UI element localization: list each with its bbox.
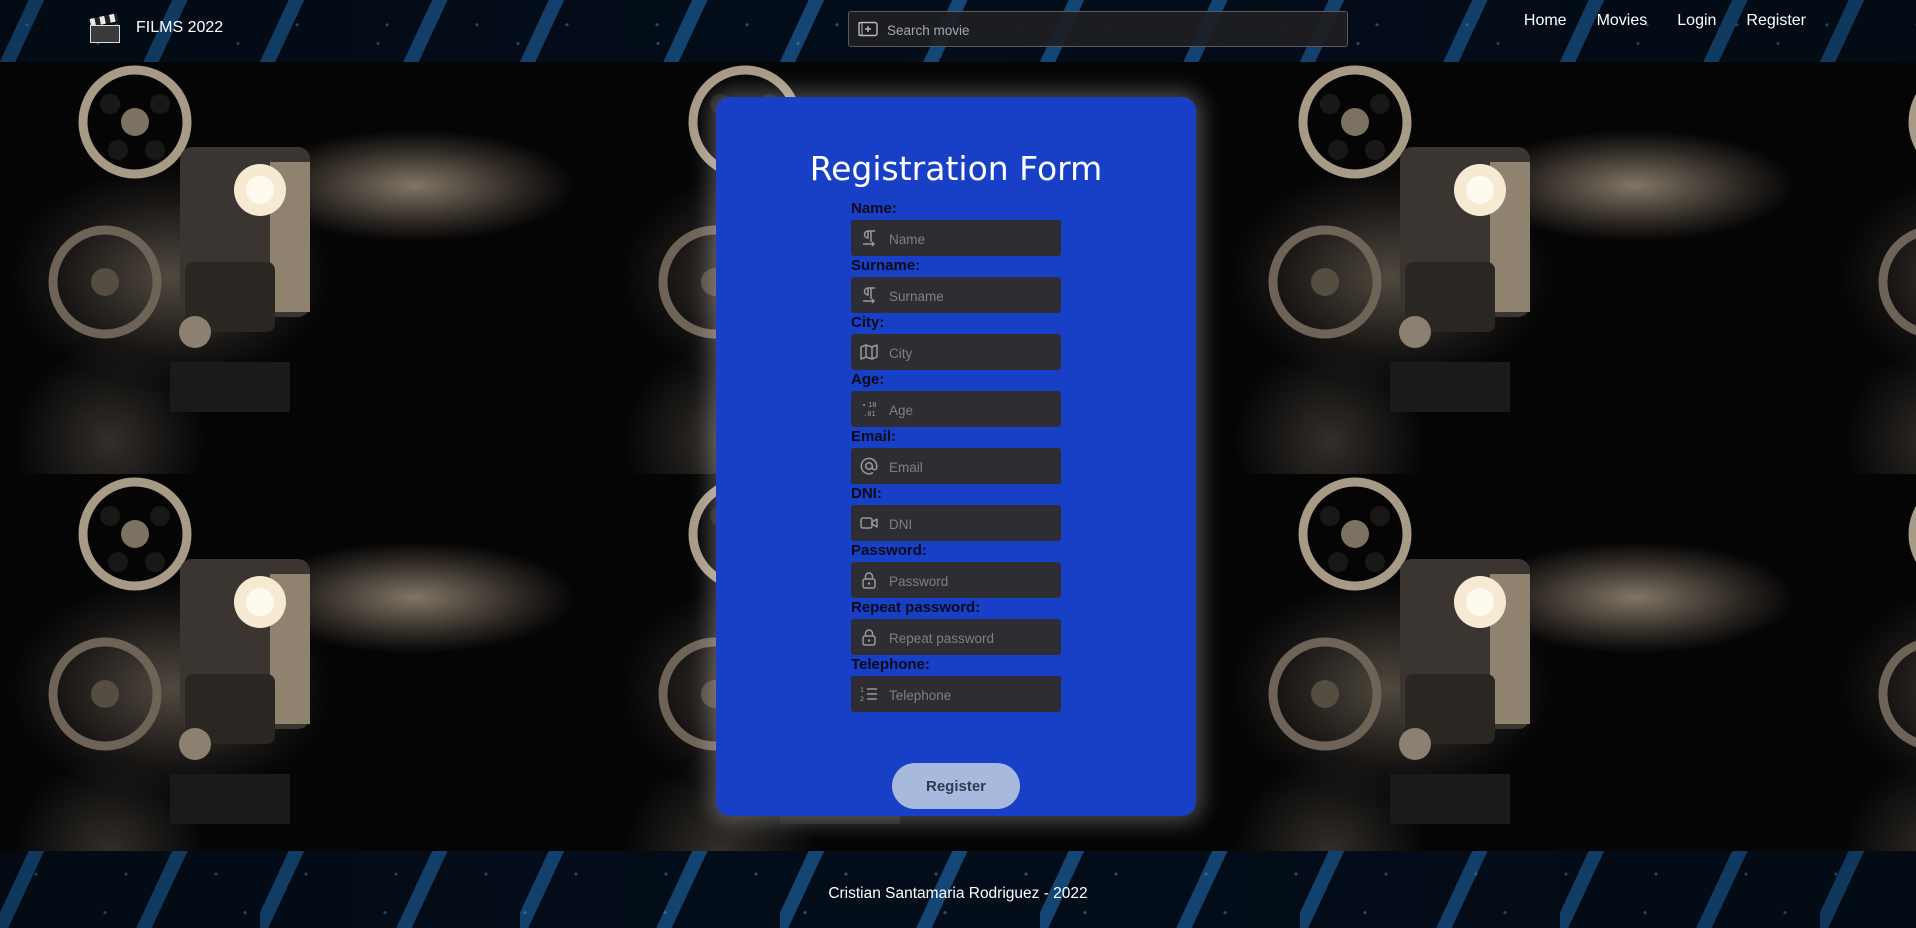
email-input[interactable] (887, 448, 1059, 486)
projector-image (1220, 474, 1830, 851)
lock-icon (862, 572, 876, 589)
registration-form: Registration Form Name: Surname: City: (716, 97, 1196, 816)
password-label: Password: (851, 542, 927, 559)
svg-text:2: 2 (860, 695, 864, 703)
telephone-input[interactable] (887, 676, 1059, 714)
surname-field: Surname: (851, 256, 1061, 315)
nav-login[interactable]: Login (1677, 12, 1716, 30)
projector-image (1220, 62, 1830, 474)
clapperboard-icon (88, 13, 120, 43)
age-input[interactable] (887, 391, 1059, 429)
paragraph-icon (863, 287, 876, 304)
repeat-password-field: Repeat password: (851, 598, 1061, 657)
dni-field: DNI: (851, 484, 1061, 543)
name-field: Name: (851, 199, 1061, 258)
svg-text:.01: .01 (863, 410, 876, 418)
footer: Cristian Santamaria Rodriguez - 2022 (0, 851, 1916, 928)
surname-input[interactable] (887, 277, 1059, 315)
projector-image (0, 474, 610, 851)
paragraph-icon (863, 230, 876, 247)
repeat-password-input[interactable] (887, 619, 1059, 657)
password-input[interactable] (887, 562, 1059, 600)
telephone-field: Telephone: 1 2 (851, 655, 1061, 714)
dni-label: DNI: (851, 485, 882, 502)
age-label: Age: (851, 371, 885, 388)
at-icon (860, 457, 878, 475)
main-nav: Home Movies Login Register (1524, 12, 1806, 30)
film-search-icon (858, 21, 878, 37)
video-icon (860, 517, 878, 529)
name-label: Name: (851, 200, 897, 217)
password-field: Password: (851, 541, 1061, 600)
form-title: Registration Form (809, 149, 1103, 189)
age-field: Age: 10 .01 (851, 370, 1061, 429)
register-button[interactable]: Register (892, 763, 1020, 809)
navbar: FILMS 2022 Home Movies Login Register (0, 0, 1916, 62)
map-icon (860, 344, 878, 360)
surname-label: Surname: (851, 257, 921, 274)
nav-movies[interactable]: Movies (1597, 12, 1648, 30)
brand-title[interactable]: FILMS 2022 (136, 19, 223, 37)
city-label: City: (851, 314, 885, 331)
projector-image (1830, 474, 1916, 851)
telephone-label: Telephone: (851, 656, 930, 673)
dni-input[interactable] (887, 505, 1059, 543)
footer-credit: Cristian Santamaria Rodriguez - 2022 (828, 885, 1088, 902)
email-label: Email: (851, 428, 897, 445)
search-bar (848, 11, 1348, 48)
name-input[interactable] (887, 220, 1059, 258)
city-input[interactable] (887, 334, 1059, 372)
brand[interactable]: FILMS 2022 (88, 10, 223, 46)
projector-image (1830, 62, 1916, 474)
svg-text:1: 1 (860, 686, 864, 694)
email-field: Email: (851, 427, 1061, 486)
svg-text:10: 10 (868, 401, 876, 409)
lock-icon (862, 629, 876, 646)
nav-register[interactable]: Register (1746, 12, 1806, 30)
city-field: City: (851, 313, 1061, 372)
number-icon: 10 .01 (863, 401, 876, 418)
nav-home[interactable]: Home (1524, 12, 1567, 30)
projector-image (0, 62, 610, 474)
search-input[interactable] (885, 12, 1339, 48)
list-numbered-icon: 1 2 (860, 686, 877, 703)
repeat-password-label: Repeat password: (851, 599, 981, 616)
